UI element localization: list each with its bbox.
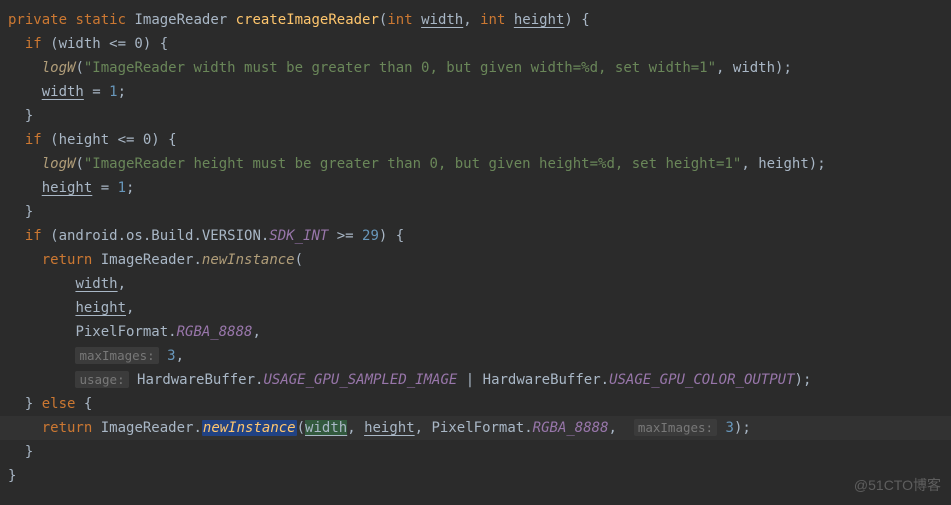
param-hint: maxImages:	[634, 419, 717, 436]
code-line: width = 1;	[8, 80, 951, 104]
code-line: return ImageReader.newInstance(width, he…	[8, 416, 951, 440]
watermark: @51CTO博客	[854, 473, 941, 497]
code-line: maxImages: 3,	[8, 344, 951, 368]
code-line: }	[8, 464, 951, 488]
code-line: if (android.os.Build.VERSION.SDK_INT >= …	[8, 224, 951, 248]
code-line: logW("ImageReader width must be greater …	[8, 56, 951, 80]
code-line: if (width <= 0) {	[8, 32, 951, 56]
param-hint: maxImages:	[75, 347, 158, 364]
param-hint: usage:	[75, 371, 128, 388]
code-line: width,	[8, 272, 951, 296]
code-line: } else {	[8, 392, 951, 416]
code-editor[interactable]: private static ImageReader createImageRe…	[0, 0, 951, 488]
code-line: PixelFormat.RGBA_8888,	[8, 320, 951, 344]
code-line: if (height <= 0) {	[8, 128, 951, 152]
code-line: height,	[8, 296, 951, 320]
code-line: }	[8, 200, 951, 224]
code-line: usage: HardwareBuffer.USAGE_GPU_SAMPLED_…	[8, 368, 951, 392]
code-line: logW("ImageReader height must be greater…	[8, 152, 951, 176]
code-line: height = 1;	[8, 176, 951, 200]
code-line: }	[8, 104, 951, 128]
code-line: }	[8, 440, 951, 464]
code-line: private static ImageReader createImageRe…	[8, 8, 951, 32]
code-line: return ImageReader.newInstance(	[8, 248, 951, 272]
